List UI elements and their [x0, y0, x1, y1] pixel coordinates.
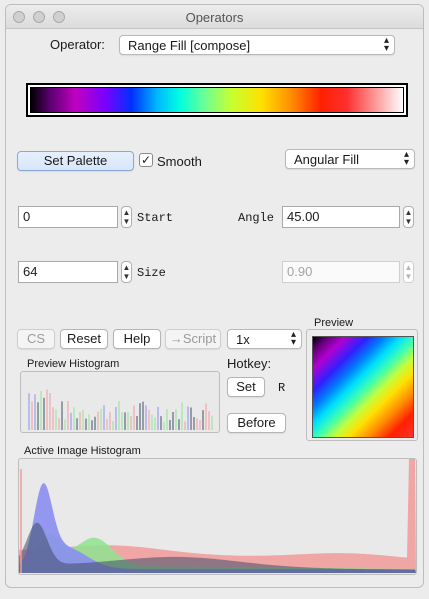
hotkey-label: Hotkey:: [227, 356, 272, 371]
hotkey-set-button[interactable]: Set: [227, 377, 265, 397]
set-palette-button[interactable]: Set Palette: [17, 151, 134, 171]
start-label: Start: [137, 211, 174, 225]
chevron-updown-icon: ▴ ▾: [290, 329, 296, 348]
hotkey-key: R: [278, 381, 286, 395]
smooth-checkbox[interactable]: ✓: [139, 153, 153, 167]
cs-button[interactable]: CS: [17, 329, 55, 349]
active-histogram-plot: [19, 459, 416, 573]
zoom-select[interactable]: 1x ▴ ▾: [227, 329, 302, 349]
palette-gradient-frame[interactable]: [26, 83, 408, 117]
preview-panel: [306, 329, 418, 441]
start-field[interactable]: 0: [18, 206, 118, 228]
operators-window: Operators Operator: Range Fill [compose]…: [5, 4, 424, 588]
disabled-stepper: ▲ ▼: [403, 261, 414, 283]
before-button[interactable]: Before: [227, 413, 286, 433]
angle-field[interactable]: 45.00: [282, 206, 400, 228]
preview-histogram-plot: [28, 389, 213, 430]
title-bar: Operators: [6, 5, 423, 29]
preview-image: [312, 336, 414, 438]
active-histogram-label: Active Image Histogram: [24, 445, 141, 457]
disabled-value-field: 0.90: [282, 261, 400, 283]
size-field[interactable]: 64: [18, 261, 118, 283]
operator-select[interactable]: Range Fill [compose] ▴ ▾: [119, 35, 395, 55]
preview-label: Preview: [314, 317, 354, 329]
start-stepper[interactable]: ▲ ▼: [121, 206, 132, 228]
operator-select-value: Range Fill [compose]: [128, 38, 251, 53]
preview-histogram: [20, 371, 220, 433]
reset-button[interactable]: Reset: [60, 329, 108, 349]
chevron-updown-icon: ▴ ▾: [383, 35, 389, 54]
operator-label: Operator:: [50, 37, 105, 52]
chevron-updown-icon: ▴ ▾: [403, 149, 409, 168]
angle-label: Angle: [238, 211, 275, 225]
fill-mode-select[interactable]: Angular Fill ▴ ▾: [285, 149, 415, 169]
angle-stepper[interactable]: ▲ ▼: [403, 206, 414, 228]
script-button[interactable]: →Script: [165, 329, 221, 349]
preview-histogram-label: Preview Histogram: [27, 358, 120, 370]
smooth-label: Smooth: [157, 154, 202, 169]
active-image-histogram: [18, 458, 417, 575]
palette-gradient: [30, 87, 404, 113]
help-button[interactable]: Help: [113, 329, 161, 349]
window-title: Operators: [185, 10, 244, 25]
size-stepper[interactable]: ▲ ▼: [121, 261, 132, 283]
zoom-value: 1x: [236, 332, 250, 347]
size-label: Size: [137, 266, 166, 280]
fill-mode-value: Angular Fill: [294, 152, 360, 167]
